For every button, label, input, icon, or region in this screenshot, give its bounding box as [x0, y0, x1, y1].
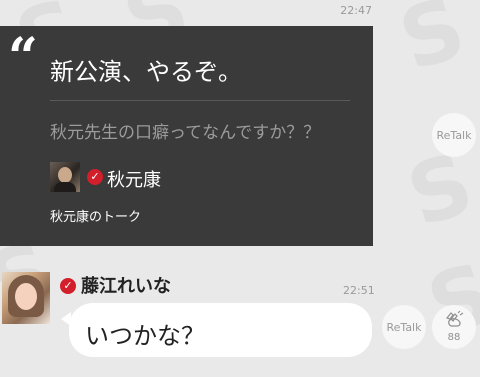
- message-bubble[interactable]: いつかな？: [69, 303, 372, 357]
- author-avatar-body: [54, 182, 76, 192]
- member-avatar[interactable]: [2, 272, 50, 324]
- message-text: いつかな？: [85, 322, 205, 350]
- clap-count: 88: [447, 332, 461, 343]
- clapping-hands-icon: [445, 310, 464, 327]
- clap-button[interactable]: 88: [432, 305, 476, 349]
- quote-question: 秋元先生の口癖ってなんですか？？: [50, 123, 321, 143]
- verified-check-icon: ✓: [60, 278, 76, 294]
- retalk-button[interactable]: ReTalk: [432, 113, 476, 157]
- quote-mark: “: [8, 27, 38, 88]
- author-avatar-face: [58, 167, 72, 183]
- message-timestamp: 22:51: [343, 284, 375, 297]
- member-avatar-face: [15, 283, 37, 310]
- quote-divider: [50, 100, 350, 101]
- talk-link[interactable]: 秋元康のトーク: [50, 206, 141, 225]
- author-name[interactable]: 秋元康: [107, 166, 161, 192]
- quote-title: 新公演、やるぞ。: [50, 58, 242, 86]
- author-avatar[interactable]: [50, 162, 80, 192]
- quote-card[interactable]: “ 新公演、やるぞ。 秋元先生の口癖ってなんですか？？ ✓ 秋元康 秋元康のトー…: [0, 26, 373, 246]
- background-watermark-mark: S: [388, 0, 477, 90]
- quote-timestamp: 22:47: [340, 4, 372, 17]
- background-watermark-mark: S: [396, 134, 480, 246]
- verified-check-icon: ✓: [87, 169, 103, 185]
- retalk-button[interactable]: ReTalk: [382, 305, 426, 349]
- member-name[interactable]: 藤江れいな: [81, 272, 171, 298]
